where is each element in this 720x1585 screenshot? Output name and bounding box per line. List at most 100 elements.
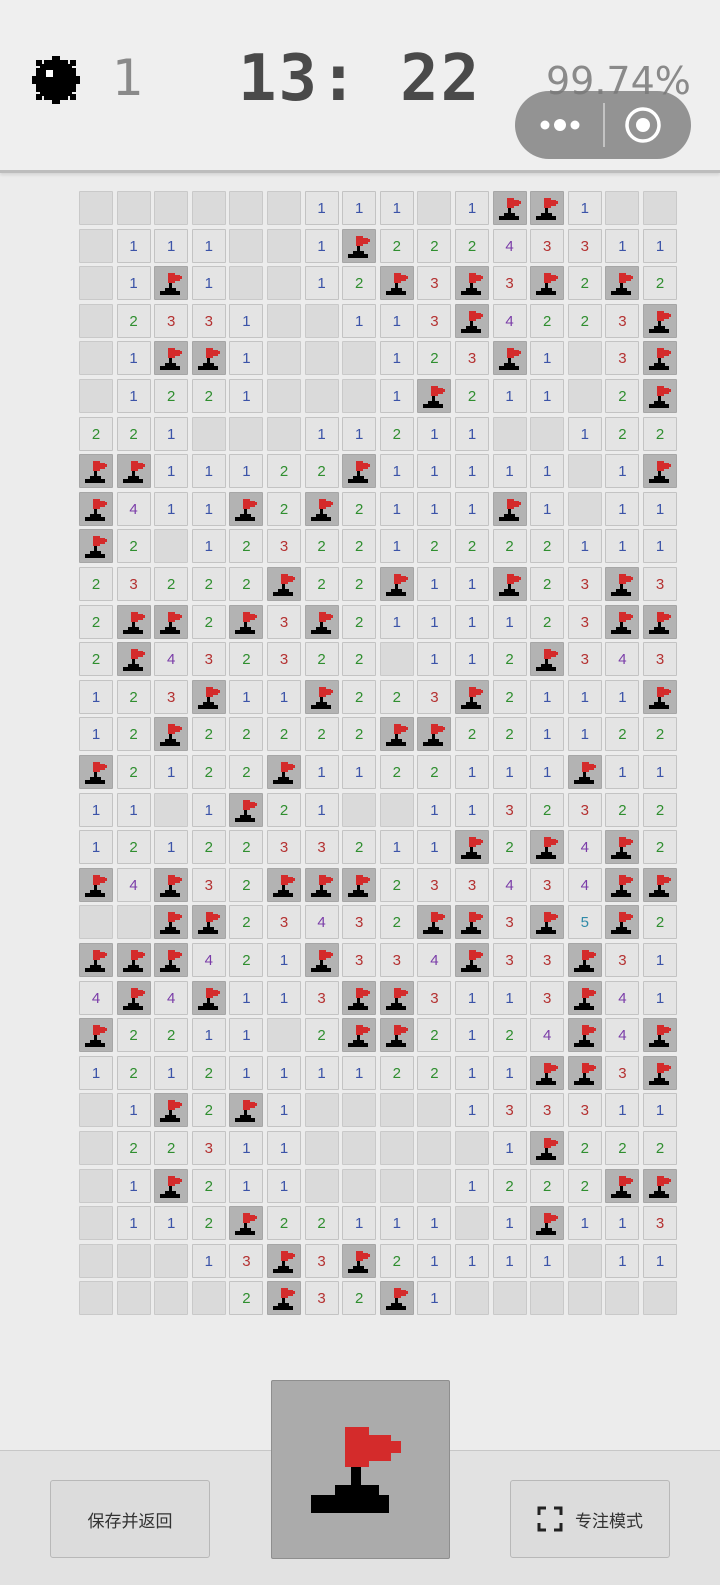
board-cell[interactable]: 4	[605, 1018, 640, 1053]
board-cell[interactable]: 2	[229, 867, 264, 902]
board-cell[interactable]: 3	[191, 642, 226, 677]
board-cell[interactable]	[342, 341, 377, 376]
flagged-cell[interactable]	[492, 341, 527, 376]
flagged-cell[interactable]	[379, 567, 414, 601]
board-cell[interactable]: 2	[643, 792, 677, 827]
board-cell[interactable]: 1	[116, 1206, 151, 1241]
board-cell[interactable]: 3	[191, 867, 226, 902]
board-cell[interactable]: 1	[116, 341, 151, 376]
board-cell[interactable]: 1	[379, 454, 414, 489]
board-cell[interactable]: 1	[304, 416, 339, 451]
board-cell[interactable]: 2	[417, 228, 452, 263]
board-cell[interactable]: 1	[379, 604, 414, 639]
board-cell[interactable]: 4	[191, 943, 226, 977]
board-cell[interactable]: 1	[191, 266, 226, 301]
board-cell[interactable]: 1	[229, 1055, 264, 1090]
board-cell[interactable]	[229, 191, 264, 225]
board-cell[interactable]: 1	[492, 755, 527, 789]
flagged-cell[interactable]	[379, 980, 414, 1015]
board-cell[interactable]	[342, 379, 377, 413]
flagged-cell[interactable]	[116, 604, 151, 639]
board-cell[interactable]: 2	[342, 1281, 377, 1316]
board-cell[interactable]: 2	[191, 755, 226, 789]
board-cell[interactable]: 4	[567, 867, 602, 902]
board-cell[interactable]: 4	[492, 303, 527, 338]
board-cell[interactable]: 1	[79, 1055, 113, 1090]
board-cell[interactable]	[79, 303, 113, 338]
board-cell[interactable]	[229, 228, 264, 263]
board-cell[interactable]: 1	[379, 379, 414, 413]
flagged-cell[interactable]	[304, 867, 339, 902]
board-cell[interactable]: 1	[567, 191, 602, 225]
flagged-cell[interactable]	[154, 266, 189, 301]
board-cell[interactable]: 1	[492, 454, 527, 489]
board-cell[interactable]: 4	[567, 830, 602, 865]
board-cell[interactable]: 2	[530, 604, 565, 639]
board-cell[interactable]: 3	[304, 1243, 339, 1278]
flagged-cell[interactable]	[267, 1243, 301, 1278]
board-cell[interactable]: 2	[567, 1131, 602, 1165]
board-cell[interactable]: 1	[229, 379, 264, 413]
board-cell[interactable]: 3	[304, 980, 339, 1015]
board-cell[interactable]: 4	[605, 642, 640, 677]
board-cell[interactable]	[304, 341, 339, 376]
board-cell[interactable]: 1	[530, 679, 565, 714]
board-cell[interactable]: 2	[455, 529, 489, 564]
board-cell[interactable]: 2	[342, 717, 377, 752]
board-cell[interactable]: 1	[379, 529, 414, 564]
flagged-cell[interactable]	[267, 1281, 301, 1316]
board-cell[interactable]	[492, 1281, 527, 1316]
board-cell[interactable]: 2	[605, 792, 640, 827]
board-cell[interactable]: 1	[342, 416, 377, 451]
flagged-cell[interactable]	[154, 1093, 189, 1128]
board-cell[interactable]: 1	[455, 1168, 489, 1203]
board-cell[interactable]: 2	[154, 379, 189, 413]
board-cell[interactable]: 3	[567, 228, 602, 263]
board-cell[interactable]: 2	[492, 529, 527, 564]
board-cell[interactable]: 2	[342, 567, 377, 601]
board-cell[interactable]: 2	[229, 1281, 264, 1316]
flagged-cell[interactable]	[567, 755, 602, 789]
board-cell[interactable]	[304, 303, 339, 338]
flagged-cell[interactable]	[79, 1018, 113, 1053]
board-cell[interactable]: 2	[191, 1206, 226, 1241]
flagged-cell[interactable]	[379, 266, 414, 301]
board-cell[interactable]: 2	[116, 1018, 151, 1053]
flag-mode-toggle-button[interactable]	[271, 1380, 450, 1559]
flagged-cell[interactable]	[379, 1018, 414, 1053]
board-cell[interactable]: 3	[191, 1131, 226, 1165]
board-cell[interactable]: 2	[643, 416, 677, 451]
board-cell[interactable]: 4	[417, 943, 452, 977]
board-cell[interactable]: 2	[379, 416, 414, 451]
board-cell[interactable]	[379, 1093, 414, 1128]
board-cell[interactable]	[79, 1131, 113, 1165]
board-cell[interactable]	[267, 303, 301, 338]
board-cell[interactable]: 1	[79, 792, 113, 827]
board-cell[interactable]: 2	[304, 1206, 339, 1241]
flagged-cell[interactable]	[342, 1018, 377, 1053]
flagged-cell[interactable]	[530, 830, 565, 865]
board-cell[interactable]	[229, 266, 264, 301]
board-cell[interactable]	[643, 1281, 677, 1316]
board-cell[interactable]: 2	[417, 341, 452, 376]
board-cell[interactable]: 1	[342, 191, 377, 225]
save-and-return-button[interactable]: 保存并返回	[50, 1480, 210, 1558]
board-cell[interactable]: 3	[492, 905, 527, 940]
board-cell[interactable]: 1	[229, 303, 264, 338]
board-cell[interactable]: 3	[154, 303, 189, 338]
flagged-cell[interactable]	[229, 1206, 264, 1241]
board-cell[interactable]: 2	[116, 303, 151, 338]
board-cell[interactable]: 2	[79, 567, 113, 601]
board-cell[interactable]	[342, 1131, 377, 1165]
flagged-cell[interactable]	[342, 228, 377, 263]
board-cell[interactable]: 2	[267, 1206, 301, 1241]
board-cell[interactable]: 2	[417, 1018, 452, 1053]
focus-mode-button[interactable]: 专注模式	[510, 1480, 670, 1558]
flagged-cell[interactable]	[492, 491, 527, 526]
board-cell[interactable]: 1	[455, 1018, 489, 1053]
board-cell[interactable]: 1	[492, 1055, 527, 1090]
board-cell[interactable]: 2	[267, 717, 301, 752]
board-cell[interactable]: 1	[492, 1206, 527, 1241]
board-cell[interactable]: 1	[530, 717, 565, 752]
board-cell[interactable]: 2	[455, 717, 489, 752]
